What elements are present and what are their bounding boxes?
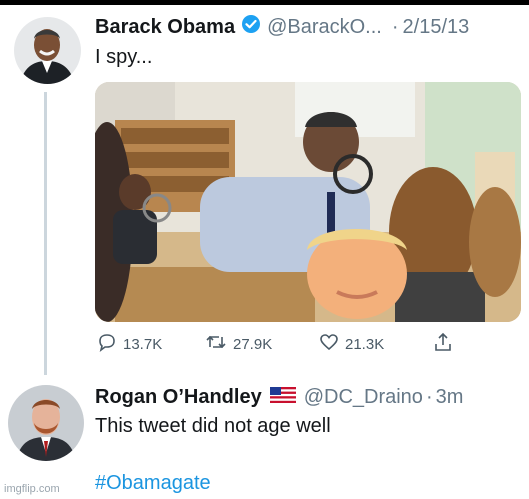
rogan-avatar[interactable] [8, 385, 84, 461]
retweet-count: 27.9K [233, 335, 273, 353]
reply-action[interactable]: 13.7K [97, 332, 162, 356]
imgflip-watermark: imgflip.com [4, 483, 60, 495]
share-icon [433, 332, 459, 356]
tweet2-handle[interactable]: @DC_Draino [304, 386, 423, 409]
like-count: 21.3K [345, 335, 385, 353]
tweet1-text: I spy... [95, 46, 153, 68]
tweet1-actions: 13.7K 27.9K 21.3K [97, 332, 457, 358]
tweet2-time[interactable]: 3m [436, 386, 464, 409]
tweet1-handle[interactable]: @BarackO... [267, 16, 382, 39]
retweet-action[interactable]: 27.9K [205, 332, 272, 356]
obama-avatar[interactable] [14, 17, 81, 84]
reply-icon [97, 332, 123, 356]
retweet-icon [205, 332, 233, 356]
us-flag-icon [269, 386, 296, 409]
thread-line [44, 92, 47, 375]
tweet2-author-name[interactable]: Rogan O’Handley [95, 386, 262, 409]
tweet1-date[interactable]: 2/15/13 [403, 16, 470, 39]
verified-badge-icon [241, 14, 261, 40]
tweet1-separator: · [391, 15, 399, 38]
like-action[interactable]: 21.3K [319, 332, 384, 356]
tweet1-author-name[interactable]: Barack Obama [95, 16, 235, 39]
tweet2-hashtag-link[interactable]: #Obamagate [95, 472, 211, 495]
share-action[interactable] [433, 332, 459, 356]
top-bar [0, 0, 529, 5]
tweet-media-photo[interactable] [95, 82, 521, 322]
heart-icon [319, 332, 345, 356]
tweet2-header: Rogan O’Handley @DC_Draino · 3m [95, 386, 463, 409]
tweet2-separator: · [425, 386, 433, 408]
tweet1-header: Barack Obama @BarackO... · 2/15/13 [95, 14, 469, 40]
reply-count: 13.7K [123, 335, 163, 353]
tweet2-text: This tweet did not age well [95, 415, 331, 437]
